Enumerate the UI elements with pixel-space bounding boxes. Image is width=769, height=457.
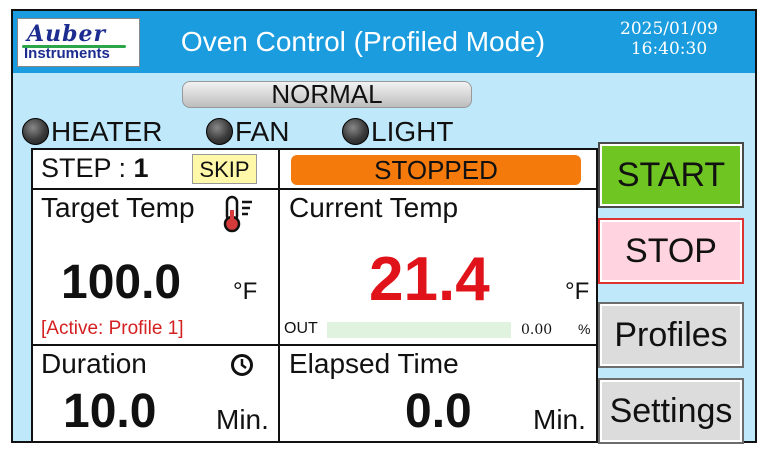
skip-button[interactable]: SKIP [192,154,257,184]
fan-label: FAN [235,116,290,147]
target-temp-unit: °F [233,278,258,305]
auber-logo: Auber Instruments [17,18,140,67]
light-label: LIGHT [371,116,454,147]
output-bar-track [327,322,511,338]
logo-brand-text: Auber [27,21,107,47]
duration-unit: Min. [216,404,269,435]
light-lamp-icon [342,118,369,145]
target-temp-label: Target Temp [41,192,195,223]
panel-divider-top [33,188,596,190]
settings-button[interactable]: Settings [598,378,744,444]
duration-label: Duration [41,348,147,379]
elapsed-value: 0.0 [405,385,472,438]
heater-lamp-icon [22,118,49,145]
output-label: OUT [284,320,318,337]
datetime-display: 2025/01/09 16:40:30 [589,19,749,59]
run-state-badge: STOPPED [291,155,581,185]
date-text: 2025/01/09 [620,19,718,39]
step-label: STEP : [41,153,134,183]
profiles-button-label: Profiles [614,316,728,354]
current-temp-unit: °F [565,278,590,305]
start-button-label: START [616,156,726,194]
process-panel: STEP : 1 SKIP STOPPED Target Temp 100.0 … [31,148,598,443]
logo-subtitle-text: Instruments [24,45,110,62]
step-display: STEP : 1 [41,153,149,184]
header-bar: Auber Instruments Oven Control (Profiled… [13,11,755,73]
current-temp-value: 21.4 [369,245,490,314]
elapsed-unit: Min. [533,404,586,435]
output-value: 0.00 [521,322,553,338]
profiles-button[interactable]: Profiles [598,302,744,368]
target-temp-value: 100.0 [61,256,182,309]
page-title: Oven Control (Profiled Mode) [180,26,546,57]
thermometer-icon [221,194,255,239]
oven-control-screen: Auber Instruments Oven Control (Profiled… [11,9,757,444]
start-button[interactable]: START [598,142,744,208]
active-profile-label: [Active: Profile 1] [41,318,184,339]
status-text: NORMAL [271,79,383,109]
fan-lamp-icon [206,118,233,145]
output-unit: % [578,321,591,337]
time-text: 16:40:30 [630,39,708,59]
step-value: 1 [133,153,149,183]
settings-button-label: Settings [609,392,733,430]
panel-divider-vertical [278,150,280,441]
clock-icon [230,353,254,382]
duration-value: 10.0 [63,385,157,438]
current-temp-label: Current Temp [289,192,459,223]
stop-button[interactable]: STOP [598,218,744,284]
heater-label: HEATER [51,116,163,147]
panel-divider-middle [33,344,596,346]
stop-button-label: STOP [625,232,717,270]
elapsed-label: Elapsed Time [289,348,459,379]
